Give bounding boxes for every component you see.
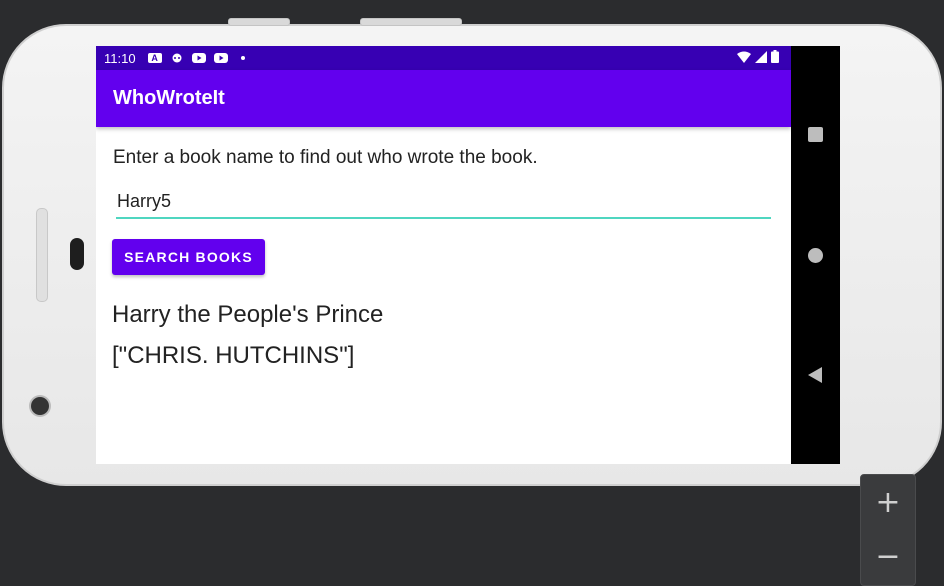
book-search-input[interactable]	[116, 187, 772, 215]
main-content: Enter a book name to find out who wrote …	[96, 127, 791, 464]
search-books-button[interactable]: SEARCH BOOKS	[112, 239, 265, 275]
camera-icon	[31, 397, 49, 415]
home-button[interactable]	[808, 248, 823, 263]
status-bar: 11:10 A	[96, 46, 791, 70]
zoom-out-button[interactable]: −	[861, 529, 915, 583]
emulator-zoom-panel: + −	[860, 474, 916, 586]
app-bar: WhoWroteIt	[96, 70, 791, 127]
zoom-in-button[interactable]: +	[861, 475, 915, 529]
battery-icon	[771, 50, 779, 66]
result-author-text: ["CHRIS. HUTCHINS"]	[112, 342, 355, 369]
assistant-icon	[170, 53, 184, 63]
result-title-text: Harry the People's Prince	[112, 301, 384, 328]
device-screen: 11:10 A WhoWroteIt Enter a book name to …	[96, 46, 840, 464]
text-a-icon: A	[147, 53, 162, 63]
search-input-container	[116, 187, 772, 219]
phone-speaker	[36, 208, 48, 302]
phone-side-button[interactable]	[228, 18, 290, 26]
instructions-text: Enter a book name to find out who wrote …	[113, 147, 538, 168]
phone-volume-button[interactable]	[360, 18, 462, 26]
youtube-icon	[213, 53, 228, 63]
back-button[interactable]	[808, 367, 822, 383]
status-time: 11:10	[104, 50, 136, 66]
dot-icon	[236, 53, 250, 63]
phone-sensor	[70, 238, 84, 270]
signal-icon	[755, 50, 767, 66]
recents-button[interactable]	[808, 127, 823, 142]
status-right-icons	[737, 50, 779, 66]
youtube-icon	[191, 53, 206, 63]
navigation-bar	[791, 46, 840, 464]
wifi-icon	[737, 51, 751, 66]
app-title: WhoWroteIt	[113, 87, 225, 109]
